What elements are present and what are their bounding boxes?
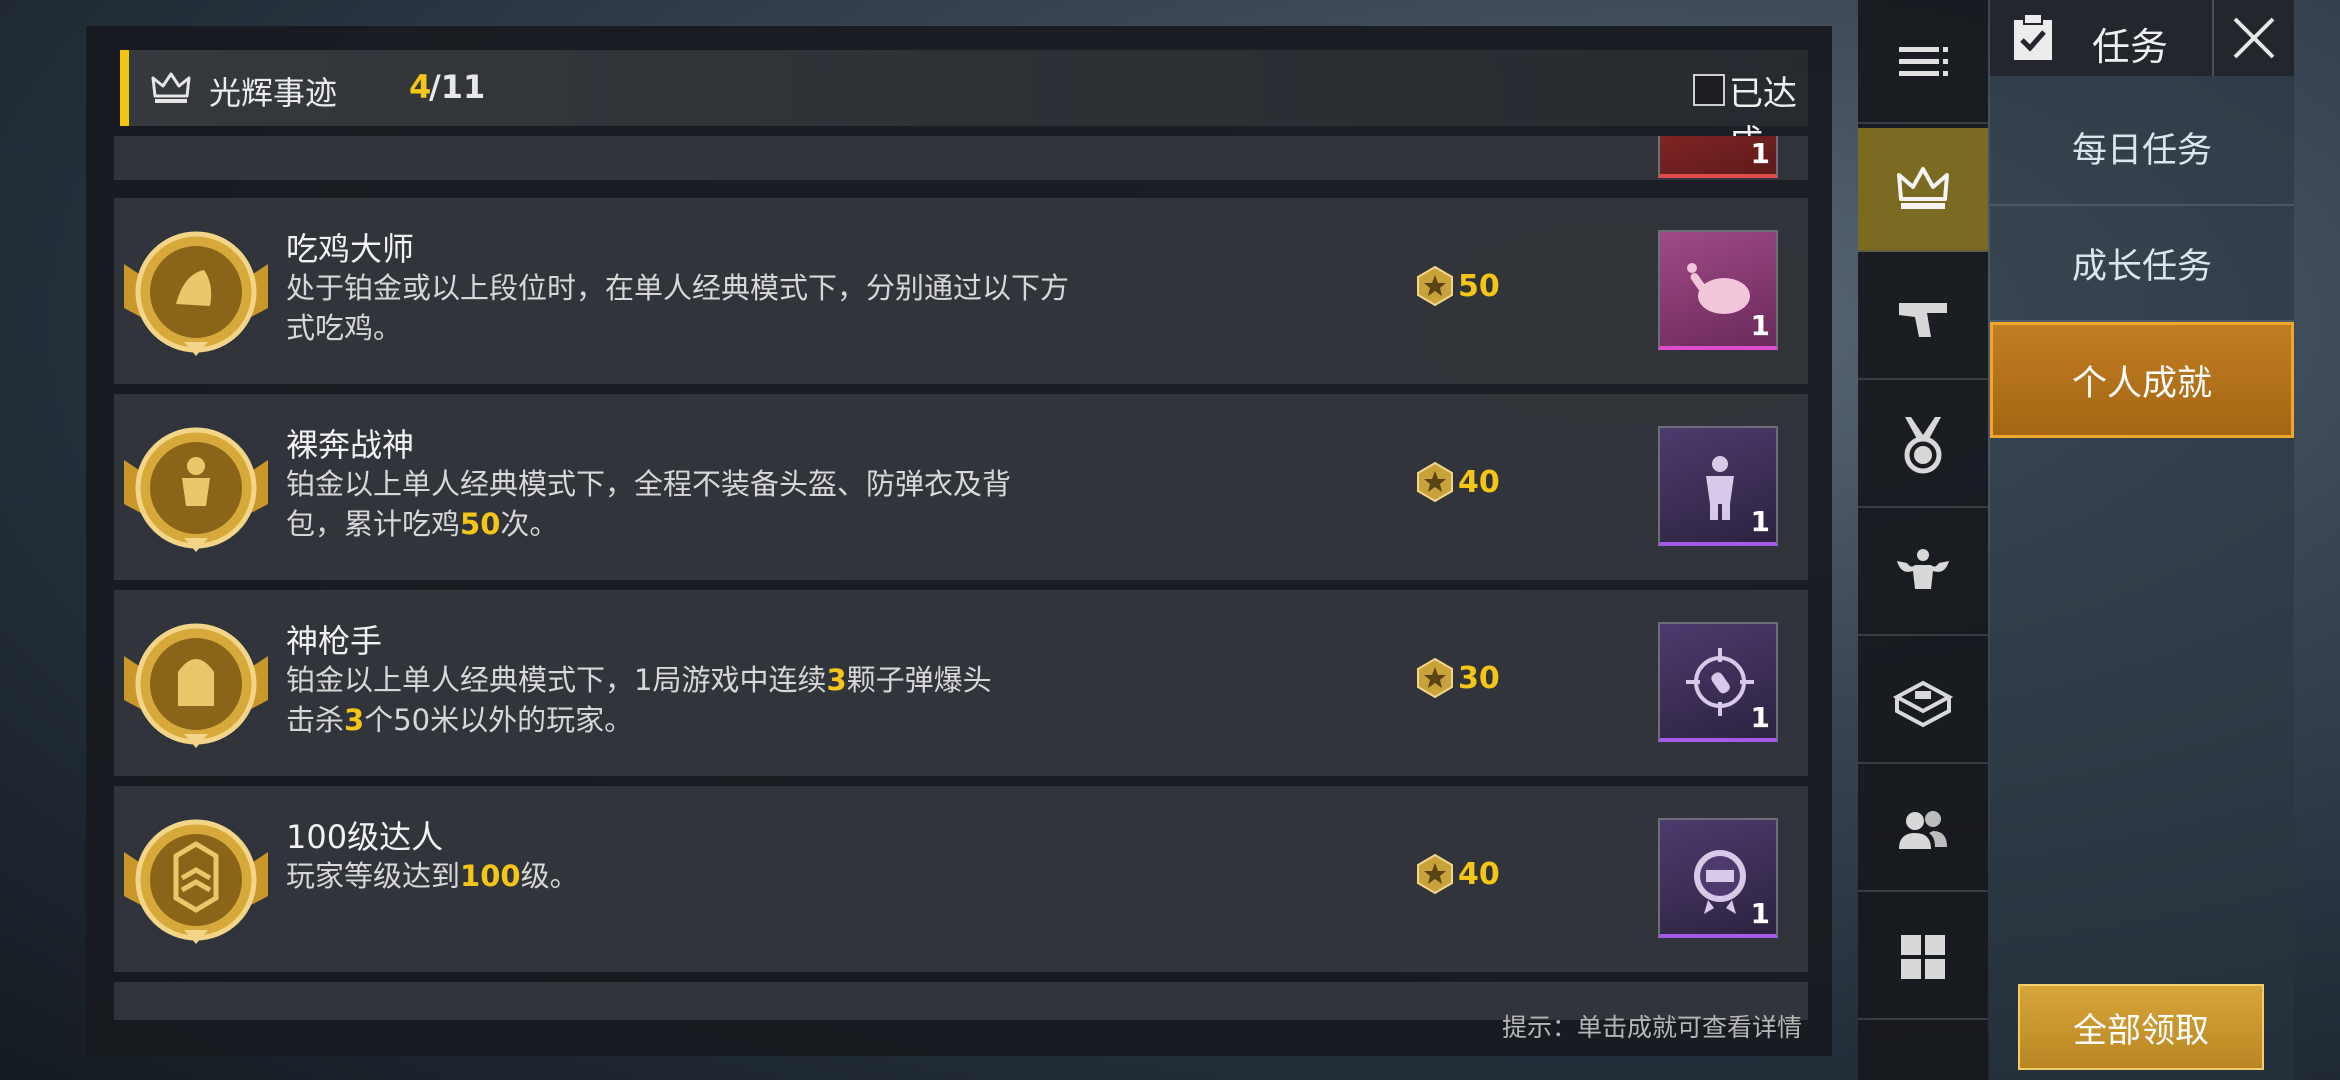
golden-medal-icon bbox=[124, 623, 268, 748]
points-value: 40 bbox=[1458, 856, 1500, 892]
close-icon bbox=[2233, 17, 2275, 59]
desc-text: 个50米以外的玩家。 bbox=[364, 703, 634, 737]
reward-count: 1 bbox=[1750, 897, 1770, 930]
star-points-icon bbox=[1417, 461, 1453, 503]
reward-item[interactable]: 1 bbox=[1658, 136, 1778, 178]
desc-text: 铂金以上单人经典模式下，全程不装备头盔、防弹衣及背包，累计吃鸡 bbox=[286, 467, 1012, 541]
level-100-badge-icon bbox=[1694, 850, 1746, 914]
achievements-header: 光辉事迹 4 /11 已达成 bbox=[120, 50, 1808, 163]
roast-chicken-icon bbox=[1687, 263, 1750, 314]
desc-highlight: 3 bbox=[344, 703, 365, 737]
crown-icon bbox=[1897, 167, 1949, 209]
desc-highlight: 50 bbox=[460, 507, 501, 541]
star-points-icon bbox=[1417, 853, 1453, 895]
hint-text: 提示：单击成就可查看详情 bbox=[1501, 1013, 1802, 1042]
achievement-description: 处于铂金或以上段位时，在单人经典模式下，分别通过以下方式吃鸡。 bbox=[286, 268, 1086, 348]
achievement-row[interactable]: 裸奔战神 铂金以上单人经典模式下，全程不装备头盔、防弹衣及背包，累计吃鸡50次。… bbox=[114, 394, 1808, 580]
achievement-title: 100级达人 bbox=[286, 818, 444, 856]
reward-item[interactable]: 1 bbox=[1658, 622, 1778, 742]
progress-current: 4 bbox=[409, 68, 432, 106]
desc-highlight: 100 bbox=[460, 859, 521, 893]
desc-text: 级。 bbox=[520, 859, 579, 893]
nav-friends[interactable] bbox=[1858, 768, 1988, 892]
progress-total: /11 bbox=[429, 68, 486, 106]
tab-daily-tasks[interactable]: 每日任务 bbox=[1990, 90, 2294, 206]
menu-lines-icon bbox=[1899, 47, 1948, 76]
achievement-title: 吃鸡大师 bbox=[286, 230, 415, 268]
achievement-description: 铂金以上单人经典模式下，1局游戏中连续3颗子弹爆头击杀3个50米以外的玩家。 bbox=[286, 660, 1006, 740]
achievement-row[interactable]: 100级达人 玩家等级达到100级。 40 1 bbox=[114, 786, 1808, 972]
pistol-icon bbox=[1899, 303, 1947, 337]
reward-item[interactable]: 1 bbox=[1658, 818, 1778, 938]
nav-crown[interactable] bbox=[1858, 128, 1988, 252]
achievement-row-partial[interactable]: 1 bbox=[114, 136, 1808, 180]
golden-medal-icon bbox=[124, 819, 268, 944]
achievements-panel: 光辉事迹 4 /11 已达成 1 吃鸡大师 处于铂金或以上段位时，在单人经典模 bbox=[86, 26, 1832, 1056]
nav-strength[interactable] bbox=[1858, 512, 1988, 636]
desc-text: 玩家等级达到 bbox=[286, 859, 461, 893]
nav-more[interactable] bbox=[1858, 896, 1988, 1020]
muscle-icon bbox=[1897, 549, 1949, 589]
medal-icon bbox=[1904, 417, 1942, 474]
section-title: 光辉事迹 bbox=[209, 74, 338, 112]
reward-item[interactable]: 1 bbox=[1658, 230, 1778, 350]
reward-count: 1 bbox=[1750, 309, 1770, 342]
claim-all-button[interactable]: 全部领取 bbox=[2018, 984, 2264, 1070]
points-value: 40 bbox=[1458, 464, 1500, 500]
crown-icon bbox=[151, 72, 191, 103]
achievement-points: 30 bbox=[1414, 656, 1500, 700]
points-value: 50 bbox=[1458, 268, 1500, 304]
achievement-points: 50 bbox=[1414, 264, 1500, 308]
nav-medal[interactable] bbox=[1858, 384, 1988, 508]
achievement-row[interactable]: 神枪手 铂金以上单人经典模式下，1局游戏中连续3颗子弹爆头击杀3个50米以外的玩… bbox=[114, 590, 1808, 776]
golden-medal-icon bbox=[124, 231, 268, 356]
achievement-points: 40 bbox=[1414, 460, 1500, 504]
reward-item[interactable]: 1 bbox=[1658, 426, 1778, 546]
desc-text: 处于铂金或以上段位时，在单人经典模式下，分别通过以下方式吃鸡。 bbox=[286, 271, 1070, 345]
desc-text: 次。 bbox=[500, 507, 559, 541]
reward-count: 1 bbox=[1750, 137, 1770, 170]
achievement-title: 神枪手 bbox=[286, 622, 383, 660]
star-points-icon bbox=[1417, 265, 1453, 307]
friends-icon bbox=[1899, 811, 1947, 849]
achieved-filter-checkbox[interactable] bbox=[1693, 74, 1725, 106]
task-panel: 任务 每日任务 成长任务 个人成就 全部领取 bbox=[1990, 0, 2294, 1080]
achievement-row[interactable]: 吃鸡大师 处于铂金或以上段位时，在单人经典模式下，分别通过以下方式吃鸡。 50 … bbox=[114, 198, 1808, 384]
nav-crate[interactable] bbox=[1858, 640, 1988, 764]
desc-highlight: 3 bbox=[826, 663, 847, 697]
close-button[interactable] bbox=[2212, 0, 2294, 76]
golden-medal-icon bbox=[124, 427, 268, 552]
nav-weapon[interactable] bbox=[1858, 256, 1988, 380]
task-panel-title: 任务 bbox=[2092, 25, 2169, 69]
achievement-points: 40 bbox=[1414, 852, 1500, 896]
category-nav bbox=[1858, 0, 1988, 1080]
nav-menu[interactable] bbox=[1858, 0, 1988, 124]
achievement-title: 裸奔战神 bbox=[286, 426, 415, 464]
task-panel-header: 任务 bbox=[1990, 0, 2294, 76]
clipboard-check-icon bbox=[2014, 13, 2052, 60]
star-points-icon bbox=[1417, 657, 1453, 699]
achievement-description: 玩家等级达到100级。 bbox=[286, 856, 1086, 896]
crate-icon bbox=[1892, 680, 1954, 728]
reward-count: 1 bbox=[1750, 505, 1770, 538]
points-value: 30 bbox=[1458, 660, 1500, 696]
crosshair-bullet-icon bbox=[1686, 648, 1754, 716]
achievement-list[interactable]: 1 吃鸡大师 处于铂金或以上段位时，在单人经典模式下，分别通过以下方式吃鸡。 5… bbox=[114, 136, 1808, 1020]
bare-body-icon bbox=[1706, 456, 1734, 520]
reward-count: 1 bbox=[1750, 701, 1770, 734]
tab-personal-achievements[interactable]: 个人成就 bbox=[1990, 322, 2294, 438]
achievement-description: 铂金以上单人经典模式下，全程不装备头盔、防弹衣及背包，累计吃鸡50次。 bbox=[286, 464, 1036, 544]
desc-text: 铂金以上单人经典模式下，1局游戏中连续 bbox=[286, 663, 827, 697]
grid-icon bbox=[1901, 935, 1945, 979]
tab-growth-tasks[interactable]: 成长任务 bbox=[1990, 206, 2294, 322]
